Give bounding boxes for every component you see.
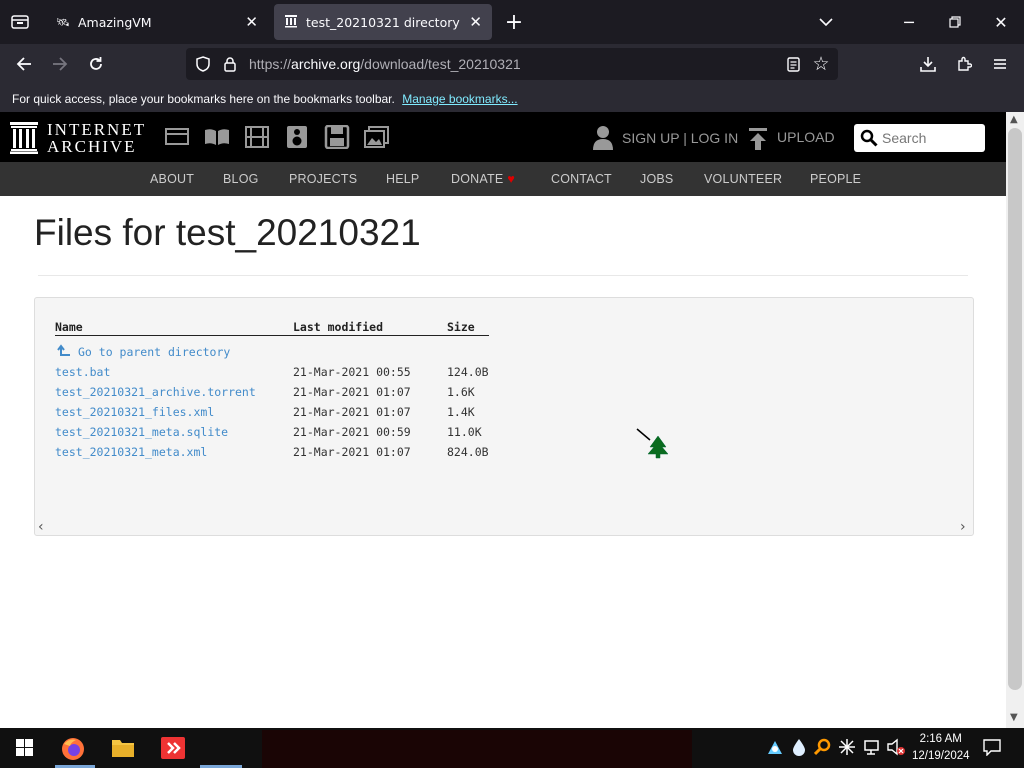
clock-date: 12/19/2024 xyxy=(912,750,970,762)
scrollbar-thumb[interactable] xyxy=(1008,128,1022,690)
file-link[interactable]: test_20210321_files.xml xyxy=(55,405,214,419)
snowflake-icon[interactable] xyxy=(838,738,856,760)
search-icon xyxy=(860,129,878,151)
nav-projects[interactable]: PROJECTS xyxy=(289,172,357,186)
heart-icon: ♥ xyxy=(507,172,515,186)
bookmarks-toolbar: For quick access, place your bookmarks h… xyxy=(0,86,1024,112)
archive-favicon-icon xyxy=(284,14,298,31)
file-size: 11.0K xyxy=(447,425,482,439)
software-icon[interactable] xyxy=(324,124,350,150)
restore-icon[interactable] xyxy=(932,0,978,44)
url-text[interactable]: https://archive.org/download/test_202103… xyxy=(249,56,521,72)
file-size: 824.0B xyxy=(447,445,489,459)
file-modified: 21-Mar-2021 00:55 xyxy=(293,365,411,379)
file-modified: 21-Mar-2021 01:07 xyxy=(293,385,411,399)
scroll-up-icon[interactable]: ▲ xyxy=(1010,114,1018,125)
tab-title: test_20210321 directory listing xyxy=(306,14,463,30)
tab-directory-listing[interactable]: test_20210321 directory listing ✕ xyxy=(274,4,492,40)
file-modified: 21-Mar-2021 01:07 xyxy=(293,405,411,419)
archive-logo-icon[interactable] xyxy=(10,122,38,158)
nav-help[interactable]: HELP xyxy=(386,172,419,186)
video-icon[interactable] xyxy=(244,125,270,149)
clock-time: 2:16 AM xyxy=(919,733,962,745)
lock-icon[interactable] xyxy=(214,48,246,80)
parent-directory-link[interactable]: Go to parent directory xyxy=(78,345,230,359)
bookmarks-hint: For quick access, place your bookmarks h… xyxy=(12,92,395,106)
bookmark-star-icon[interactable]: ☆ xyxy=(805,48,837,80)
app-icon[interactable] xyxy=(160,736,186,764)
minimize-icon[interactable]: ─ xyxy=(886,0,932,44)
file-link[interactable]: test_20210321_archive.torrent xyxy=(55,385,256,399)
upload-link[interactable]: UPLOAD xyxy=(777,129,835,145)
tab-close-icon[interactable]: ✕ xyxy=(469,13,482,31)
start-icon[interactable] xyxy=(16,739,33,760)
file-link[interactable]: test_20210321_meta.xml xyxy=(55,445,207,459)
logo-line-2: ARCHIVE xyxy=(47,137,137,156)
downloads-icon[interactable] xyxy=(912,48,944,80)
file-link[interactable]: test.bat xyxy=(55,365,110,379)
volume-muted-icon[interactable] xyxy=(886,738,906,760)
file-size: 1.6K xyxy=(447,385,475,399)
parent-directory-icon[interactable] xyxy=(55,343,71,362)
signup-login-link[interactable]: SIGN UP | LOG IN xyxy=(622,130,738,146)
nav-volunteer[interactable]: VOLUNTEER xyxy=(704,172,782,186)
notification-icon[interactable] xyxy=(982,738,1002,760)
tree-cursor-icon xyxy=(636,428,669,464)
logo-line-1: INTERNET xyxy=(47,120,147,139)
file-size: 1.4K xyxy=(447,405,475,419)
nav-people[interactable]: PEOPLE xyxy=(810,172,861,186)
extensions-icon[interactable] xyxy=(948,48,980,80)
images-icon[interactable] xyxy=(364,125,390,149)
close-window-icon[interactable]: ✕ xyxy=(978,0,1024,44)
file-modified: 21-Mar-2021 00:59 xyxy=(293,425,411,439)
nav-jobs[interactable]: JOBS xyxy=(640,172,673,186)
archive-logo-text[interactable]: INTERNET ARCHIVE xyxy=(47,121,146,155)
reload-icon[interactable] xyxy=(80,48,112,80)
back-icon[interactable] xyxy=(8,48,40,80)
nav-blog[interactable]: BLOG xyxy=(223,172,259,186)
texts-icon[interactable] xyxy=(204,125,230,149)
firefox-icon[interactable] xyxy=(60,736,86,766)
column-header-size[interactable]: Size xyxy=(447,320,475,334)
file-modified: 21-Mar-2021 01:07 xyxy=(293,445,411,459)
nav-donate-label: DONATE xyxy=(451,172,504,186)
tab-close-icon[interactable]: ✕ xyxy=(245,13,258,31)
column-header-name[interactable]: Name xyxy=(55,320,83,334)
upload-icon[interactable] xyxy=(748,127,768,155)
column-header-modified[interactable]: Last modified xyxy=(293,320,383,334)
nav-about[interactable]: ABOUT xyxy=(150,172,194,186)
tab-amazingvm[interactable]: 🛰 AmazingVM ✕ xyxy=(46,4,268,40)
web-icon[interactable] xyxy=(165,125,191,149)
firefox-view-icon[interactable] xyxy=(4,6,36,38)
search-placeholder: Search xyxy=(882,130,927,146)
manage-bookmarks-link[interactable]: Manage bookmarks... xyxy=(402,92,517,106)
tray-app-icon[interactable] xyxy=(766,738,784,760)
new-tab-icon[interactable]: + xyxy=(498,6,530,38)
file-size: 124.0B xyxy=(447,365,489,379)
network-icon[interactable] xyxy=(862,738,880,760)
file-link[interactable]: test_20210321_meta.sqlite xyxy=(55,425,228,439)
menu-icon[interactable] xyxy=(984,48,1016,80)
scroll-left-icon[interactable]: ‹ xyxy=(38,519,44,535)
user-icon[interactable] xyxy=(593,125,613,155)
file-explorer-icon[interactable] xyxy=(111,737,135,763)
scroll-right-icon[interactable]: › xyxy=(960,519,966,535)
page-title: Files for test_20210321 xyxy=(34,212,421,253)
divider xyxy=(38,275,968,276)
nav-donate[interactable]: DONATE ♥ xyxy=(451,172,515,186)
audio-icon[interactable] xyxy=(284,125,310,149)
taskbar-background-area xyxy=(262,730,692,768)
forward-icon[interactable] xyxy=(44,48,76,80)
scroll-down-icon[interactable]: ▼ xyxy=(1010,712,1018,723)
system-clock[interactable]: 2:16 AM 12/19/2024 xyxy=(912,731,970,765)
droplet-icon[interactable] xyxy=(792,738,806,760)
nav-contact[interactable]: CONTACT xyxy=(551,172,612,186)
header-underline xyxy=(55,335,489,336)
tab-title: AmazingVM xyxy=(77,14,152,30)
list-all-tabs-icon[interactable] xyxy=(810,6,842,38)
magnifier-tray-icon[interactable] xyxy=(813,738,832,760)
tab-favicon-icon: 🛰 xyxy=(56,15,70,29)
